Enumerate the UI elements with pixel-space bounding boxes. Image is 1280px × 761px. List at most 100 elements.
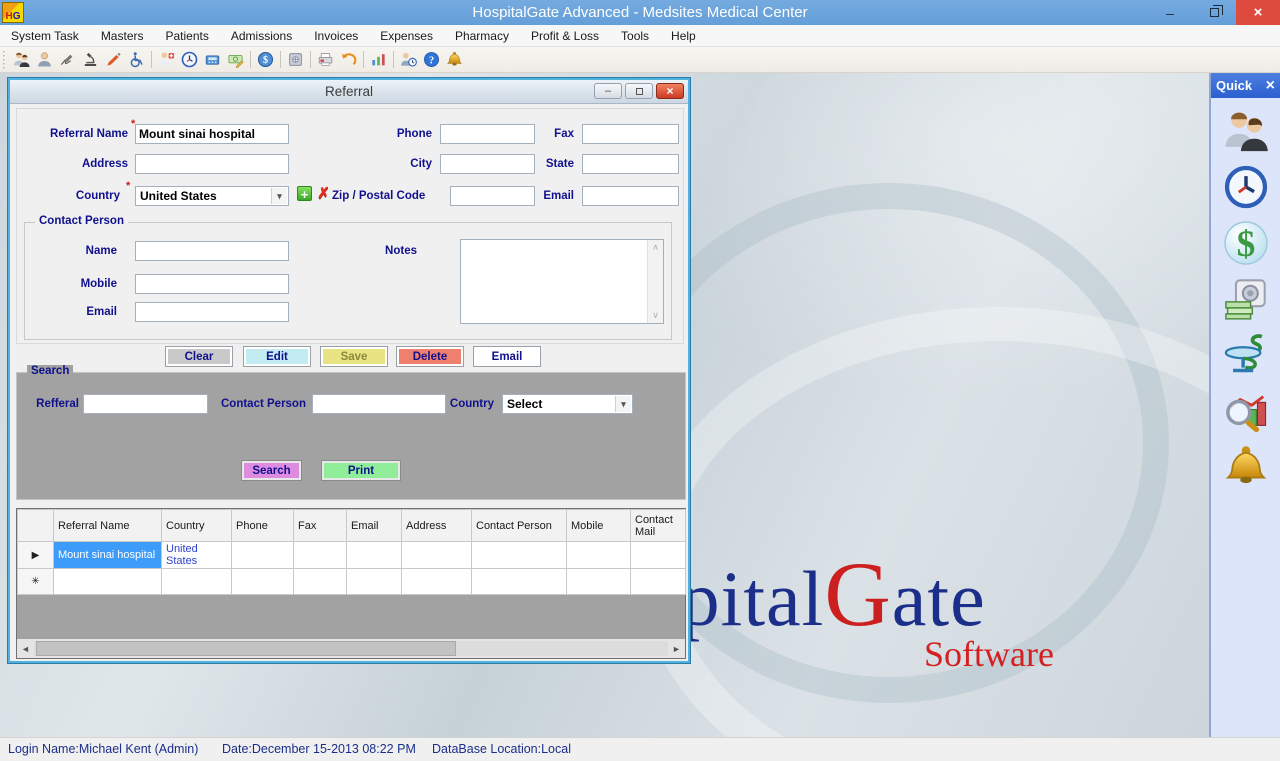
help-icon[interactable] (420, 49, 443, 71)
delete-country-icon[interactable]: ✗ (316, 186, 331, 201)
contact-name-input[interactable] (135, 241, 289, 261)
grid-cell-email[interactable] (347, 569, 402, 595)
scroll-down-icon[interactable]: ∨ (652, 310, 659, 321)
grid-cell-contact-mail[interactable] (631, 569, 686, 595)
grid-cell-phone[interactable] (232, 569, 294, 595)
grid-cell-referral-name[interactable]: Mount sinai hospital (54, 542, 162, 569)
grid-header-phone[interactable]: Phone (232, 510, 294, 542)
billing-dollar-icon[interactable] (1222, 219, 1269, 266)
grid-cell-address[interactable] (402, 569, 472, 595)
grid-row-1[interactable]: ▶ Mount sinai hospital United States (18, 542, 686, 569)
grid-cell-country[interactable] (162, 569, 232, 595)
toolbar-grip[interactable] (2, 51, 7, 69)
close-button[interactable]: × (1236, 0, 1280, 25)
appointments-clock-icon[interactable] (1222, 163, 1269, 210)
menu-system-task[interactable]: System Task (0, 25, 90, 47)
city-input[interactable] (440, 154, 535, 174)
email-input[interactable] (582, 186, 679, 206)
pharmacy-icon[interactable] (1222, 331, 1269, 378)
menu-pharmacy[interactable]: Pharmacy (444, 25, 520, 47)
microscope-icon[interactable] (79, 49, 102, 71)
search-country-select[interactable]: Select ▾ (502, 394, 633, 414)
menu-help[interactable]: Help (660, 25, 707, 47)
wheelchair-icon[interactable] (125, 49, 148, 71)
dialog-close-button[interactable]: × (656, 83, 684, 99)
grid-header-contact-person[interactable]: Contact Person (472, 510, 567, 542)
restore-button[interactable] (1192, 0, 1236, 25)
safe-box-icon[interactable] (284, 49, 307, 71)
grid-cell-referral-name[interactable] (54, 569, 162, 595)
prescription-pen-icon[interactable] (102, 49, 125, 71)
patients-group-icon[interactable] (10, 49, 33, 71)
signature-icon[interactable] (56, 49, 79, 71)
patients-icon[interactable] (1222, 107, 1269, 154)
notes-textarea[interactable]: ∧ ∨ (460, 239, 664, 324)
reminder-bell-icon[interactable] (443, 49, 466, 71)
grid-cell-contact-person[interactable] (472, 569, 567, 595)
doctor-visit-icon[interactable] (155, 49, 178, 71)
patient-icon[interactable] (33, 49, 56, 71)
grid-header-selector[interactable] (18, 510, 54, 542)
menu-expenses[interactable]: Expenses (369, 25, 444, 47)
scroll-left-icon[interactable]: ◄ (17, 644, 34, 654)
grid-header-fax[interactable]: Fax (294, 510, 347, 542)
sales-analysis-icon[interactable] (1222, 387, 1269, 434)
address-input[interactable] (135, 154, 289, 174)
state-input[interactable] (582, 154, 679, 174)
referral-dialog-titlebar[interactable]: Referral – × (10, 80, 688, 104)
grid-cell-fax[interactable] (294, 542, 347, 569)
staff-schedule-icon[interactable] (397, 49, 420, 71)
menu-profit-loss[interactable]: Profit & Loss (520, 25, 610, 47)
clock-icon[interactable] (178, 49, 201, 71)
notes-scrollbar[interactable]: ∧ ∨ (647, 240, 663, 323)
search-contact-person-input[interactable] (312, 394, 446, 414)
grid-cell-mobile[interactable] (567, 542, 631, 569)
grid-header-address[interactable]: Address (402, 510, 472, 542)
clear-button[interactable]: Clear (165, 346, 233, 367)
contact-mobile-input[interactable] (135, 274, 289, 294)
grid-new-row[interactable]: ✳ (18, 569, 686, 595)
contact-email-input[interactable] (135, 302, 289, 322)
grid-cell-country[interactable]: United States (162, 542, 232, 569)
referral-name-input[interactable]: Mount sinai hospital (135, 124, 289, 144)
row-new-indicator[interactable]: ✳ (18, 569, 54, 595)
search-country-dropdown-arrow[interactable]: ▾ (615, 396, 631, 412)
sales-chart-icon[interactable] (367, 49, 390, 71)
scrollbar-thumb[interactable] (36, 641, 456, 656)
scroll-up-icon[interactable]: ∧ (652, 242, 659, 253)
quick-panel-close-icon[interactable]: × (1266, 78, 1275, 94)
edit-button[interactable]: Edit (243, 346, 311, 367)
grid-cell-mobile[interactable] (567, 569, 631, 595)
currency-coin-icon[interactable] (254, 49, 277, 71)
grid-cell-contact-person[interactable] (472, 542, 567, 569)
grid-cell-phone[interactable] (232, 542, 294, 569)
grid-header-mobile[interactable]: Mobile (567, 510, 631, 542)
dialog-minimize-button[interactable]: – (594, 83, 622, 99)
grid-cell-email[interactable] (347, 542, 402, 569)
menu-tools[interactable]: Tools (610, 25, 660, 47)
grid-horizontal-scrollbar[interactable]: ◄ ► (17, 639, 685, 658)
country-dropdown-arrow[interactable]: ▾ (271, 188, 287, 204)
grid-header-contact-mail[interactable]: Contact Mail (631, 510, 686, 542)
menu-invoices[interactable]: Invoices (303, 25, 369, 47)
scroll-right-icon[interactable]: ► (668, 644, 685, 654)
menu-patients[interactable]: Patients (155, 25, 220, 47)
undo-arrow-icon[interactable] (337, 49, 360, 71)
grid-cell-contact-mail[interactable] (631, 542, 686, 569)
scrollbar-track[interactable] (34, 641, 668, 656)
row-current-indicator[interactable]: ▶ (18, 542, 54, 569)
phone-input[interactable] (440, 124, 535, 144)
minimize-button[interactable]: – (1148, 0, 1192, 25)
grid-header-country[interactable]: Country (162, 510, 232, 542)
search-refferal-input[interactable] (83, 394, 208, 414)
dialog-restore-button[interactable] (625, 83, 653, 99)
search-button[interactable]: Search (241, 460, 302, 481)
billing-note-icon[interactable] (224, 49, 247, 71)
alerts-bell-icon[interactable] (1222, 443, 1269, 490)
email-button[interactable]: Email (473, 346, 541, 367)
printer-box-icon[interactable] (314, 49, 337, 71)
country-select[interactable]: United States ▾ (135, 186, 289, 206)
zip-input[interactable] (450, 186, 535, 206)
grid-cell-fax[interactable] (294, 569, 347, 595)
menu-masters[interactable]: Masters (90, 25, 155, 47)
